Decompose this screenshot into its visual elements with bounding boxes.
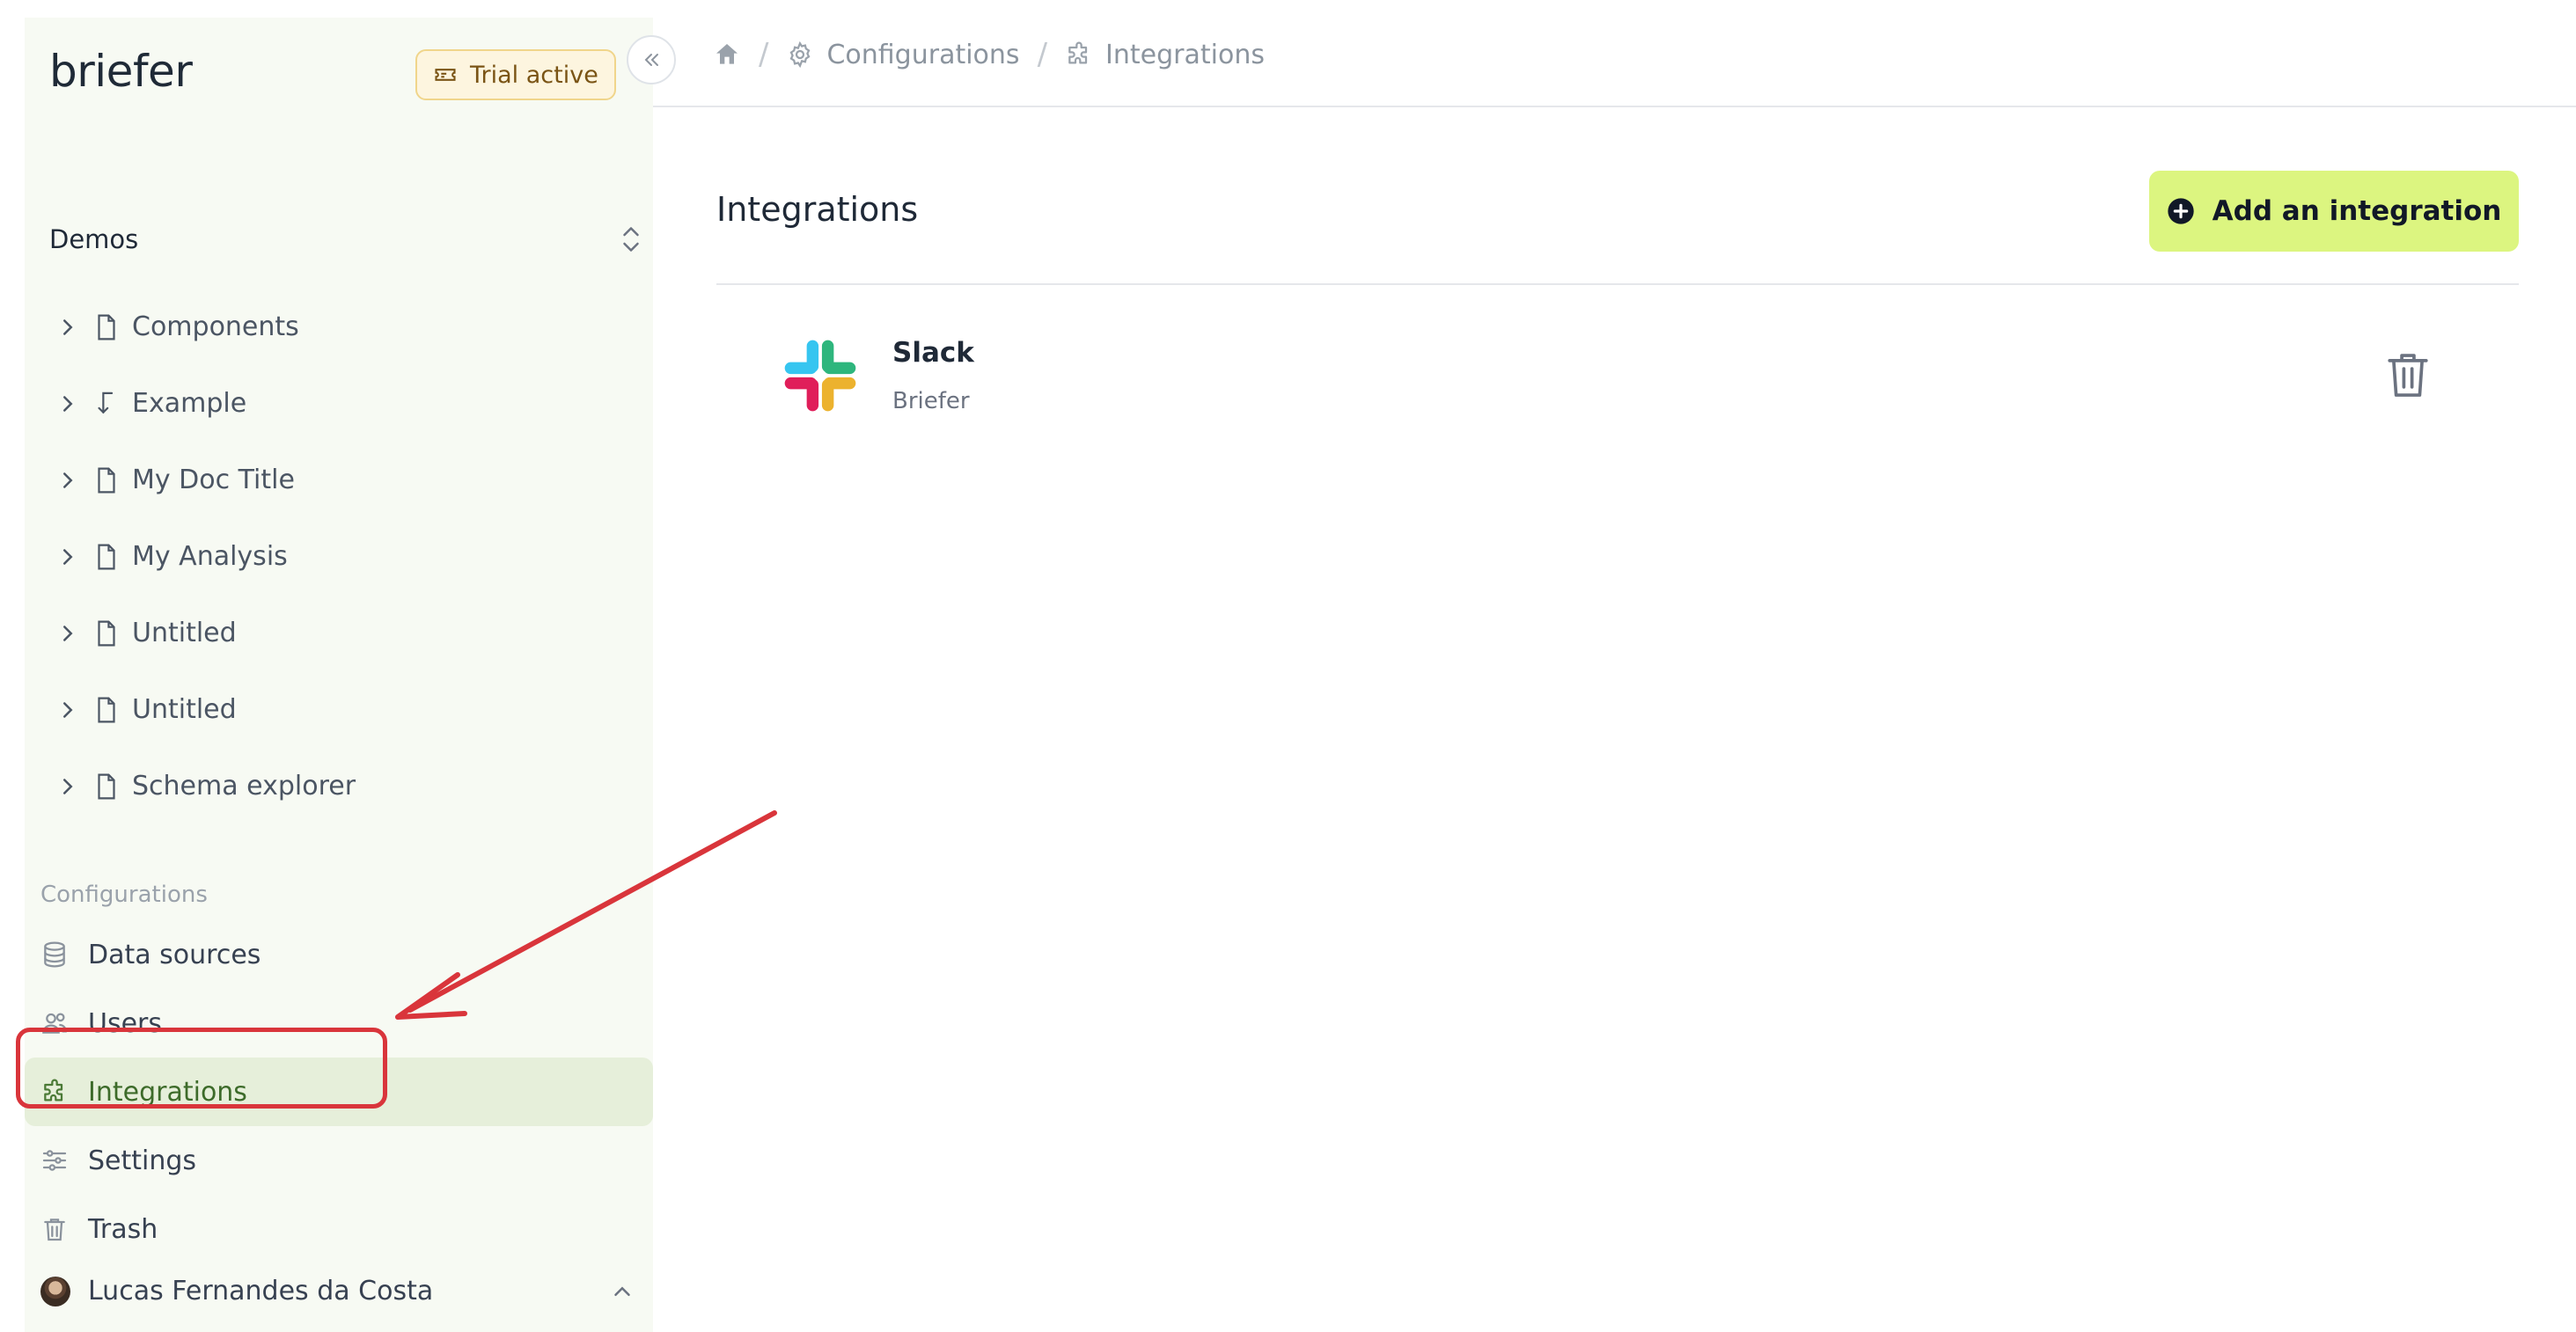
delete-integration-trash-icon[interactable]: [2383, 348, 2433, 401]
plus-circle-icon: [2167, 198, 2194, 224]
nav-item-label: Settings: [88, 1145, 197, 1176]
document-item[interactable]: My Doc Title: [49, 442, 630, 518]
home-icon: [716, 44, 738, 64]
nav-item-label: Trash: [88, 1213, 158, 1245]
chevron-right-icon[interactable]: [55, 314, 81, 340]
document-icon: [98, 773, 115, 799]
nav-item-integrations[interactable]: Integrations: [25, 1058, 653, 1126]
document-item[interactable]: Example: [49, 365, 630, 442]
document-icon: [98, 544, 115, 569]
document-icon: [98, 620, 115, 646]
slack-logo: [784, 340, 856, 412]
chevron-up-icon[interactable]: [609, 1278, 635, 1305]
ticket-icon: [435, 69, 456, 81]
add-integration-label: Add an integration: [2212, 195, 2502, 227]
document-icon: [98, 314, 115, 340]
page-title: Integrations: [716, 190, 919, 229]
breadcrumb-home[interactable]: [713, 40, 741, 69]
chevron-right-icon[interactable]: [55, 620, 81, 647]
add-integration-button[interactable]: Add an integration: [2149, 171, 2519, 252]
configurations-nav: Data sources Users Integrations Settings: [25, 920, 653, 1263]
top-bar: / Configurations / Integrations: [653, 0, 2576, 107]
breadcrumb-separator: /: [759, 37, 769, 72]
integration-workspace: Briefer: [892, 388, 970, 414]
document-item[interactable]: Untitled: [49, 595, 630, 671]
workspace-name: Demos: [49, 224, 139, 254]
document-label: Untitled: [132, 618, 237, 648]
breadcrumb-configurations[interactable]: Configurations: [786, 39, 1020, 70]
document-label: Components: [132, 311, 299, 342]
breadcrumb-label: Integrations: [1105, 39, 1265, 70]
sliders-icon: [42, 1150, 67, 1171]
nav-item-label: Users: [88, 1007, 163, 1039]
integration-row-slack[interactable]: Slack Briefer: [778, 327, 2433, 424]
document-item[interactable]: Schema explorer: [49, 748, 630, 824]
integration-name: Slack: [892, 337, 974, 369]
breadcrumb: / Configurations / Integrations: [713, 37, 1265, 72]
puzzle-icon: [1068, 41, 1088, 64]
collapse-sidebar-button[interactable]: [627, 35, 676, 84]
user-menu[interactable]: Lucas Fernandes da Costa: [40, 1276, 635, 1306]
chevron-right-icon[interactable]: [55, 697, 81, 723]
chevron-right-icon[interactable]: [55, 773, 81, 800]
trial-badge-label: Trial active: [470, 61, 598, 89]
app-window: briefer Trial active Demos Components Ex…: [0, 0, 2576, 1332]
nav-item-data-sources[interactable]: Data sources: [25, 920, 653, 989]
trial-badge[interactable]: Trial active: [415, 49, 616, 100]
document-label: My Analysis: [132, 541, 288, 572]
database-icon: [44, 941, 65, 968]
app-logo[interactable]: briefer: [49, 46, 193, 97]
document-item[interactable]: My Analysis: [49, 518, 630, 595]
breadcrumb-label: Configurations: [826, 39, 1020, 70]
configurations-heading: Configurations: [40, 882, 208, 908]
nav-item-settings[interactable]: Settings: [25, 1126, 653, 1195]
nav-item-label: Integrations: [88, 1076, 247, 1108]
header-divider: [716, 283, 2519, 285]
avatar: [40, 1276, 70, 1306]
gear-icon: [790, 40, 811, 69]
puzzle-icon: [44, 1079, 63, 1101]
integration-info: Slack Briefer: [892, 337, 974, 414]
document-icon: [98, 697, 115, 722]
trash-icon: [44, 1219, 65, 1241]
sidebar: briefer Trial active Demos Components Ex…: [25, 18, 653, 1332]
nav-item-trash[interactable]: Trash: [25, 1195, 653, 1263]
document-icon: [98, 467, 115, 493]
chevron-right-icon[interactable]: [55, 391, 81, 417]
breadcrumb-integrations[interactable]: Integrations: [1065, 40, 1265, 70]
document-item[interactable]: Components: [49, 289, 630, 365]
document-label: Untitled: [132, 694, 237, 725]
document-item[interactable]: Untitled: [49, 671, 630, 748]
chevron-right-icon[interactable]: [55, 544, 81, 570]
user-name: Lucas Fernandes da Costa: [88, 1276, 434, 1306]
users-icon: [42, 1013, 67, 1034]
chevron-right-icon[interactable]: [55, 467, 81, 494]
document-label: Schema explorer: [132, 771, 356, 801]
document-list: Components Example My Doc Title My Analy…: [49, 289, 630, 824]
workspace-selector[interactable]: Demos: [49, 222, 644, 257]
document-label: My Doc Title: [132, 465, 295, 495]
nav-item-users[interactable]: Users: [25, 989, 653, 1058]
document-label: Example: [132, 388, 247, 419]
double-chevron-left-icon: [644, 54, 658, 66]
chevron-up-down-icon: [623, 227, 639, 252]
breadcrumb-separator: /: [1037, 37, 1048, 72]
nav-item-label: Data sources: [88, 939, 261, 970]
branch-arrow-icon: [98, 392, 114, 414]
